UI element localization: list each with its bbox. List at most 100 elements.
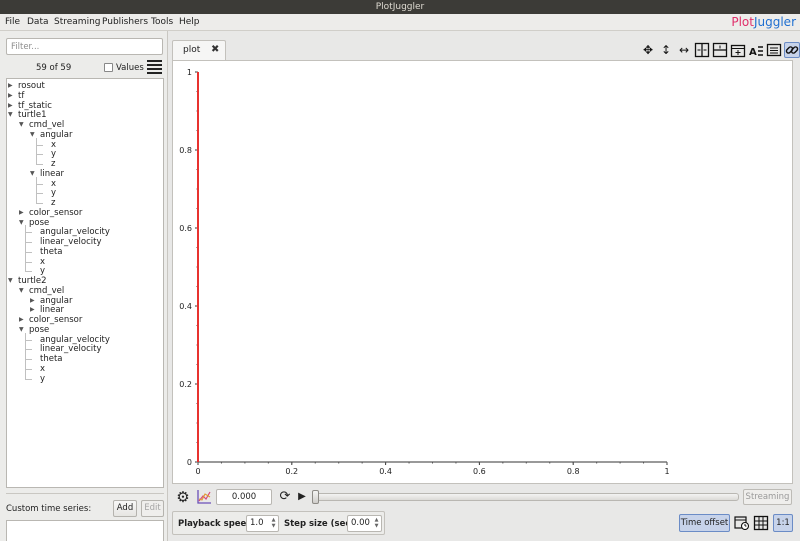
playback-speed-spinbox[interactable]: 1.0 ▲ ▼ [246,515,279,532]
filter-field[interactable] [6,38,163,55]
tree-item[interactable]: linear_velocity [40,344,102,354]
tree-item[interactable]: theta [40,247,63,257]
tree-item[interactable]: tf_static [18,101,52,111]
playback-speed-value: 1.0 [250,518,264,528]
tree-item[interactable]: color_sensor [29,315,82,325]
menu-publishers[interactable]: Publishers [102,16,148,29]
tree-item[interactable]: linear [40,169,64,179]
time-slider-track[interactable] [312,493,739,501]
collapse-arrow-icon[interactable]: ▶ [8,81,14,91]
tree-item[interactable]: color_sensor [29,208,82,218]
tree-item[interactable]: cmd_vel [29,120,64,130]
tree-item[interactable]: theta [40,354,63,364]
tree-item[interactable]: linear [40,305,64,315]
grid-icon[interactable] [753,515,769,531]
collapse-arrow-icon[interactable]: ▶ [30,296,36,306]
split-vertical-icon[interactable] [712,42,728,58]
add-tab-icon[interactable] [730,42,746,58]
tree-item[interactable]: tf [18,91,24,101]
tree-item[interactable]: y [40,266,45,276]
grid-list-icon[interactable] [766,42,782,58]
zoom-vertical-icon[interactable]: ↕ [658,42,674,58]
clock-icon[interactable] [733,514,750,532]
tree-item[interactable]: angular_velocity [40,227,110,237]
tree-item[interactable]: y [51,149,56,159]
tree-item[interactable]: pose [29,218,49,228]
tree-item[interactable]: turtle2 [18,276,47,286]
tree-item[interactable]: x [51,140,56,150]
link-icon[interactable] [784,42,800,58]
y-tick-label: 0.8 [179,146,192,155]
tree-branch-line [25,339,32,341]
panel-splitter[interactable] [6,493,164,495]
y-tick-label: 0.4 [179,302,192,311]
tree-guide-line [36,176,37,203]
collapse-arrow-icon[interactable]: ▶ [19,315,25,325]
tree-item[interactable]: angular [40,130,72,140]
tree-guide-line [36,137,37,164]
gear-icon[interactable]: ⚙ [174,488,192,506]
streaming-button[interactable]: Streaming [743,489,792,505]
add-button[interactable]: Add [113,500,137,517]
values-label: Values [116,63,144,73]
zoom-horizontal-icon[interactable]: ↔ [676,42,692,58]
expand-arrow-icon[interactable]: ▼ [19,120,25,130]
x-tick-label: 0 [195,467,200,476]
values-checkbox[interactable] [104,63,113,72]
window-title: PlotJuggler [0,0,800,14]
close-tab-icon[interactable]: ✖ [211,44,219,55]
time-offset-button[interactable]: Time offset [679,514,730,532]
collapse-arrow-icon[interactable]: ▶ [8,101,14,111]
menu-streaming[interactable]: Streaming [54,16,100,29]
loop-icon[interactable]: ⟳ [277,488,293,506]
filter-input[interactable] [7,39,162,54]
tree-item[interactable]: angular_velocity [40,335,110,345]
tree-guide-line [25,332,26,379]
tree-item[interactable]: angular [40,296,72,306]
step-size-spinbox[interactable]: 0.00 ▲ ▼ [347,515,382,532]
split-horizontal-icon[interactable] [694,42,710,58]
menu-help[interactable]: Help [179,16,200,29]
tree-item[interactable]: z [51,198,55,208]
tree-item[interactable]: pose [29,325,49,335]
play-icon[interactable]: ▶ [296,488,308,506]
ratio-button[interactable]: 1:1 [773,514,793,532]
tree-branch-line [36,193,43,195]
time-slider-handle[interactable] [312,490,319,504]
timeseries-tree[interactable]: ▶ rosout ▶ tf ▶ tf_static ▼ turtle1 ▼ cmd_vel ▼ ang… [6,78,164,488]
chart-settings-icon[interactable] [195,488,213,506]
collapse-arrow-icon[interactable]: ▶ [30,305,36,315]
plot-chart[interactable]: 0 0.2 0.4 0.6 0.8 1 0 0.2 0.4 0.6 0.8 1 [173,61,792,483]
legend-icon[interactable]: A [748,42,764,58]
collapse-arrow-icon[interactable]: ▶ [8,91,14,101]
tree-item[interactable]: cmd_vel [29,286,64,296]
expand-arrow-icon[interactable]: ▼ [19,286,25,296]
tree-item[interactable]: y [40,374,45,384]
tree-item[interactable]: x [40,257,45,267]
move-icon[interactable]: ✥ [640,42,656,58]
tree-item[interactable]: x [51,179,56,189]
expand-arrow-icon[interactable]: ▼ [8,276,14,286]
custom-series-list[interactable] [6,520,164,541]
tree-item[interactable]: rosout [18,81,45,91]
tree-branch-line [25,271,32,273]
tree-branch-line [25,368,32,370]
tree-item[interactable]: z [51,159,55,169]
tree-branch-line [36,183,43,185]
edit-button[interactable]: Edit [141,500,164,517]
plot-area[interactable]: 0 0.2 0.4 0.6 0.8 1 0 0.2 0.4 0.6 0.8 1 [172,60,793,484]
collapse-arrow-icon[interactable]: ▶ [19,208,25,218]
tree-item[interactable]: y [51,188,56,198]
time-field[interactable]: 0.000 [216,489,272,505]
tree-item[interactable]: x [40,364,45,374]
tab-plot[interactable]: plot ✖ [172,40,226,60]
tree-item[interactable]: linear_velocity [40,237,102,247]
menu-tools[interactable]: Tools [151,16,173,29]
tree-item[interactable]: turtle1 [18,110,47,120]
menu-data[interactable]: Data [27,16,49,29]
expand-arrow-icon[interactable]: ▼ [8,110,14,120]
spin-arrows-icon[interactable]: ▲ ▼ [270,517,277,530]
spin-arrows-icon[interactable]: ▲ ▼ [373,517,380,530]
menu-file[interactable]: File [5,16,20,29]
list-view-icon[interactable] [147,59,163,74]
